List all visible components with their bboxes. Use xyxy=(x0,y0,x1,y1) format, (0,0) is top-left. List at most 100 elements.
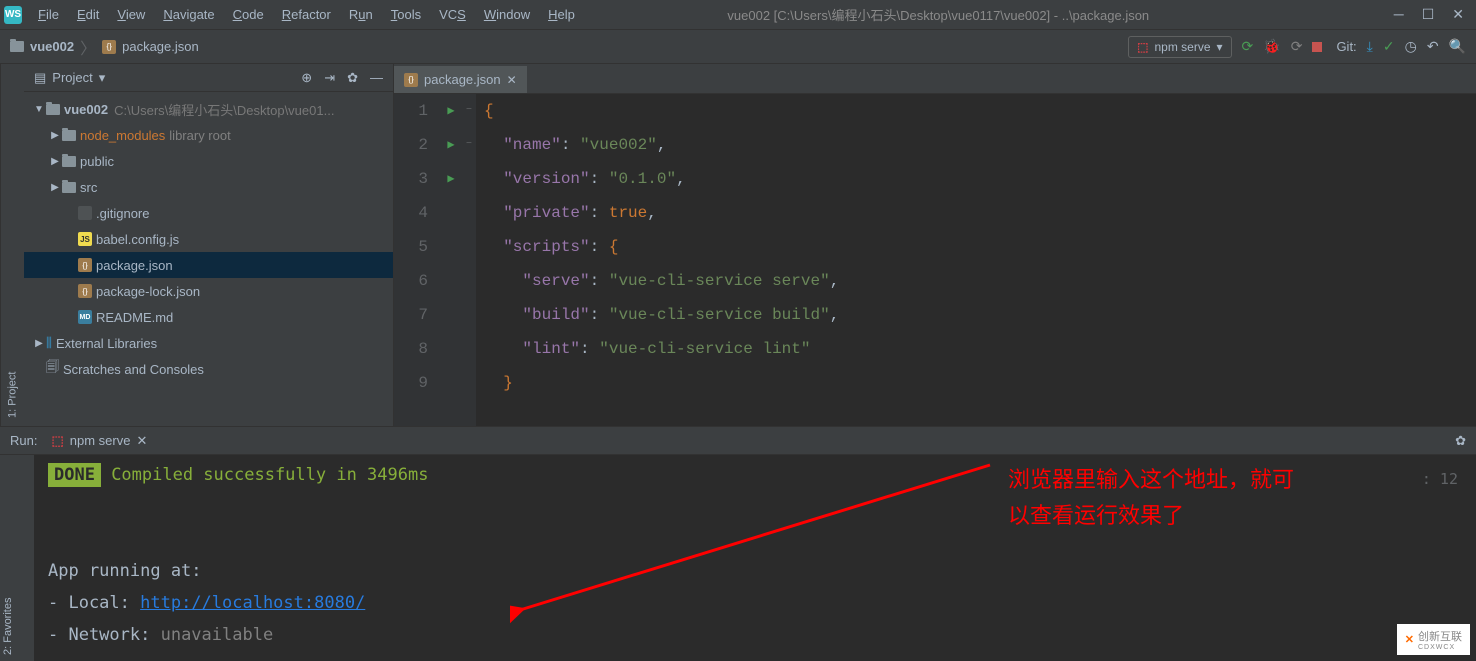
menu-view[interactable]: View xyxy=(109,3,153,26)
watermark-icon: ✕ xyxy=(1405,633,1414,646)
tree-gitignore[interactable]: .gitignore xyxy=(24,200,393,226)
project-panel-title[interactable]: Project xyxy=(52,70,92,85)
git-commit-button[interactable]: ✓ xyxy=(1383,38,1395,55)
tree-src[interactable]: ▶ src xyxy=(24,174,393,200)
watermark: ✕ 创新互联 CDXWCX xyxy=(1397,624,1470,655)
menu-bar: File Edit View Navigate Code Refactor Ru… xyxy=(30,3,583,26)
close-tab-icon[interactable]: ✕ xyxy=(507,73,517,87)
tree-package-json[interactable]: {} package.json xyxy=(24,252,393,278)
editor-tab-package-json[interactable]: {} package.json ✕ xyxy=(394,66,527,93)
menu-refactor[interactable]: Refactor xyxy=(274,3,339,26)
menu-vcs[interactable]: VCS xyxy=(431,3,474,26)
library-icon: ⫼ xyxy=(46,335,52,351)
left-tool-gutter: 1: Project xyxy=(0,64,24,426)
menu-file[interactable]: File xyxy=(30,3,67,26)
md-icon: MD xyxy=(78,310,92,324)
project-view-icon: ▤ xyxy=(34,70,46,86)
project-tree[interactable]: ▼ vue002 C:\Users\编程小石头\Desktop\vue01...… xyxy=(24,92,393,426)
locate-icon[interactable]: ⊕ xyxy=(301,70,312,86)
tree-item-label: public xyxy=(80,154,114,169)
menu-help[interactable]: Help xyxy=(540,3,583,26)
coverage-button[interactable]: ⟳ xyxy=(1291,38,1303,55)
tree-item-label: Scratches and Consoles xyxy=(63,362,204,377)
network-value: unavailable xyxy=(161,625,274,645)
tree-item-label: External Libraries xyxy=(56,336,157,351)
network-label: - Network: xyxy=(48,625,161,645)
folder-icon xyxy=(46,104,60,115)
git-revert-button[interactable]: ↶ xyxy=(1427,38,1439,55)
collapse-icon[interactable]: ⇥ xyxy=(324,70,335,86)
close-button[interactable]: ✕ xyxy=(1452,6,1464,23)
search-everywhere-button[interactable]: 🔍 xyxy=(1449,38,1466,55)
folder-icon xyxy=(10,41,24,52)
folder-icon xyxy=(62,156,76,167)
app-running-line: App running at: xyxy=(48,555,1462,587)
tree-item-label: src xyxy=(80,180,97,195)
debug-button[interactable]: 🐞 xyxy=(1263,38,1280,55)
menu-tools[interactable]: Tools xyxy=(383,3,429,26)
tree-scratches[interactable]: 🗐 Scratches and Consoles xyxy=(24,356,393,382)
editor-tab-label: package.json xyxy=(424,72,501,87)
tree-package-lock[interactable]: {} package-lock.json xyxy=(24,278,393,304)
maximize-button[interactable]: ☐ xyxy=(1422,6,1435,23)
project-panel: ▤ Project ▾ ⊕ ⇥ ✿ — ▼ vue002 C:\Users\编程… xyxy=(24,64,394,426)
editor-area: {} package.json ✕ 123456789 ▶▶▶ −− { "na… xyxy=(394,64,1476,426)
json-icon: {} xyxy=(404,73,418,87)
folder-icon xyxy=(62,130,76,141)
settings-icon[interactable]: ✿ xyxy=(347,70,358,86)
run-config-label: npm serve xyxy=(1154,40,1210,54)
minimize-button[interactable]: ─ xyxy=(1394,6,1404,23)
main-area: 1: Project ▤ Project ▾ ⊕ ⇥ ✿ — ▼ vue002 … xyxy=(0,64,1476,426)
code-content[interactable]: { "name": "vue002", "version": "0.1.0", … xyxy=(476,94,1476,426)
run-settings-icon[interactable]: ✿ xyxy=(1455,433,1466,449)
toolbar-right: ⬚ npm serve ▾ ⟳ 🐞 ⟳ Git: ⤓ ✓ ◷ ↶ 🔍 xyxy=(1128,36,1466,58)
breadcrumb: vue002 〉 {} package.json xyxy=(10,35,199,59)
window-title: vue002 [C:\Users\编程小石头\Desktop\vue0117\v… xyxy=(583,5,1394,24)
stop-button[interactable] xyxy=(1312,39,1322,55)
tree-public[interactable]: ▶ public xyxy=(24,148,393,174)
title-bar: WS File Edit View Navigate Code Refactor… xyxy=(0,0,1476,30)
editor-tabs: {} package.json ✕ xyxy=(394,64,1476,94)
npm-icon: ⬚ xyxy=(1137,40,1148,54)
breadcrumb-project[interactable]: vue002 xyxy=(30,39,74,54)
tree-external-libs[interactable]: ▶ ⫼ External Libraries xyxy=(24,330,393,356)
menu-window[interactable]: Window xyxy=(476,3,538,26)
menu-code[interactable]: Code xyxy=(225,3,272,26)
menu-navigate[interactable]: Navigate xyxy=(155,3,222,26)
editor-body[interactable]: 123456789 ▶▶▶ −− { "name": "vue002", "ve… xyxy=(394,94,1476,426)
run-gutter: ▶▶▶ xyxy=(440,94,462,426)
breadcrumb-separator: 〉 xyxy=(80,35,96,59)
menu-edit[interactable]: Edit xyxy=(69,3,107,26)
window-controls: ─ ☐ ✕ xyxy=(1394,6,1464,23)
menu-run[interactable]: Run xyxy=(341,3,381,26)
scratches-icon: 🗐 xyxy=(46,358,59,380)
npm-icon: ⬚ xyxy=(51,433,63,449)
favorites-tool-button[interactable]: 2: Favorites xyxy=(2,598,22,655)
tree-babel-config[interactable]: JS babel.config.js xyxy=(24,226,393,252)
watermark-sub: CDXWCX xyxy=(1418,644,1462,651)
run-tab-npm-serve[interactable]: ⬚ npm serve ✕ xyxy=(51,433,147,449)
json-icon: {} xyxy=(102,40,116,54)
run-button[interactable]: ⟳ xyxy=(1242,38,1254,55)
app-icon: WS xyxy=(4,6,22,24)
run-config-selector[interactable]: ⬚ npm serve ▾ xyxy=(1128,36,1231,58)
breadcrumb-file[interactable]: package.json xyxy=(122,39,199,54)
chevron-down-icon[interactable]: ▾ xyxy=(99,70,106,86)
json-icon: {} xyxy=(78,284,92,298)
hide-icon[interactable]: — xyxy=(370,70,383,86)
tree-root[interactable]: ▼ vue002 C:\Users\编程小石头\Desktop\vue01... xyxy=(24,96,393,122)
git-update-button[interactable]: ⤓ xyxy=(1367,38,1373,55)
git-history-button[interactable]: ◷ xyxy=(1405,38,1417,55)
tree-item-label: babel.config.js xyxy=(96,232,179,247)
tree-readme[interactable]: MD README.md xyxy=(24,304,393,330)
line-number-gutter: 123456789 xyxy=(394,94,440,426)
project-tool-button[interactable]: 1: Project xyxy=(7,372,19,418)
tree-root-path: C:\Users\编程小石头\Desktop\vue01... xyxy=(114,100,334,119)
git-label: Git: xyxy=(1336,39,1356,54)
tree-item-suffix: library root xyxy=(169,128,230,143)
chevron-down-icon: ▾ xyxy=(1217,40,1223,54)
close-tab-icon[interactable]: ✕ xyxy=(136,433,147,449)
local-url-link[interactable]: http://localhost:8080/ xyxy=(140,593,365,613)
tree-node-modules[interactable]: ▶ node_modules library root xyxy=(24,122,393,148)
folder-icon xyxy=(62,182,76,193)
